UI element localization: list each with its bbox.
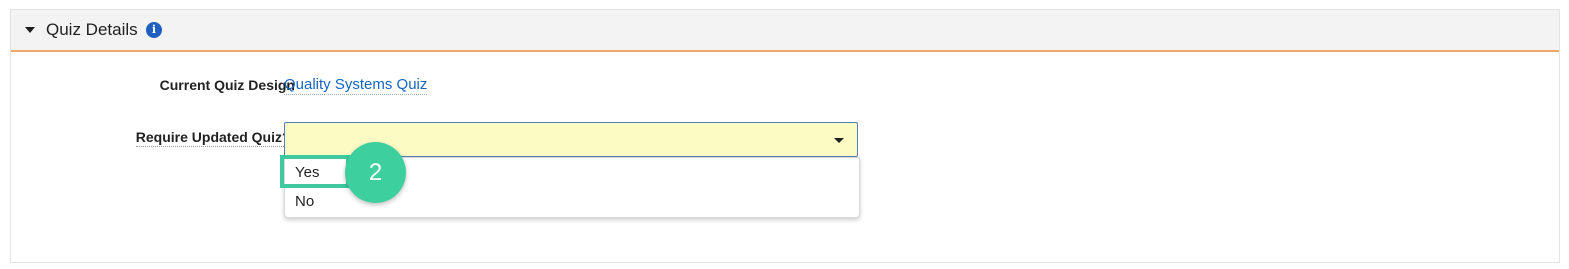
panel-title: Quiz Details [46, 20, 138, 39]
info-icon[interactable]: i [146, 22, 162, 38]
chevron-down-icon [834, 138, 844, 143]
current-quiz-design-label: Current Quiz Design [159, 77, 295, 93]
require-updated-quiz-label: Require Updated Quiz?* [135, 129, 296, 147]
step-badge: 2 [345, 142, 406, 203]
current-quiz-design-link[interactable]: Quality Systems Quiz [284, 76, 428, 95]
option-highlight [280, 155, 350, 188]
panel-header[interactable]: Quiz Details i [11, 10, 1559, 52]
collapse-caret-icon[interactable] [25, 27, 35, 33]
